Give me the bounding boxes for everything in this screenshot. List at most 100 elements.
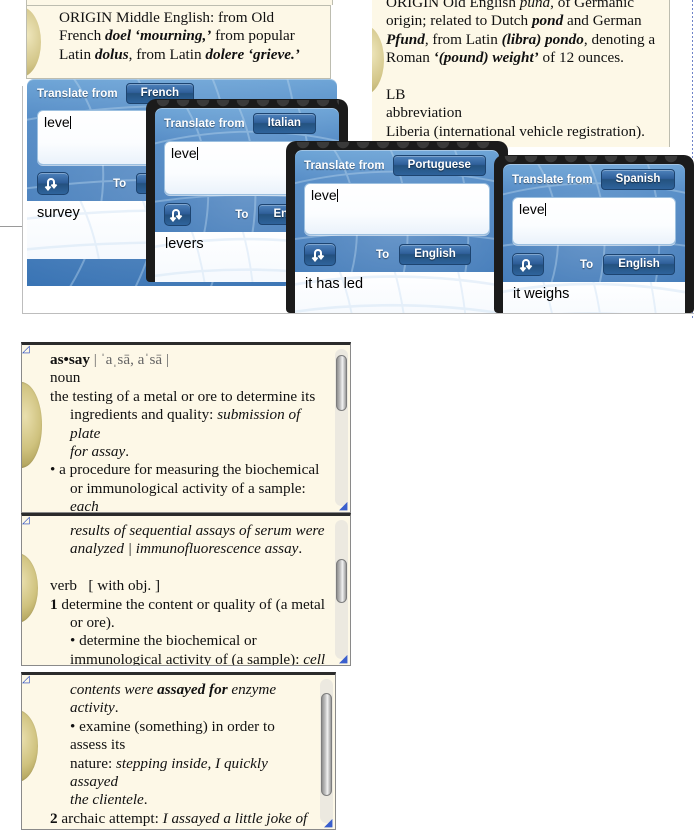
headword-lb: LB — [386, 86, 406, 104]
sense-line: ingredients and quality: submission of p… — [70, 406, 301, 442]
vertical-scrollbar[interactable] — [335, 520, 348, 659]
spacer-line — [386, 68, 659, 86]
spacer-line — [50, 559, 326, 577]
source-text-input-portuguese[interactable]: leve — [304, 183, 490, 235]
translate-from-row-portuguese: Translate from Portuguese — [295, 150, 499, 181]
resize-grip-bottom-right[interactable]: ◢ — [339, 654, 350, 665]
origin-line-pound: ORIGIN Old English pund, of Germanic ori… — [386, 0, 656, 67]
sense-line: 1 determine the content or quality of (a… — [50, 595, 325, 613]
assay-noun-pane[interactable]: ◿ as•say | ˈaˌsā, aˈsā | noun the testin… — [21, 342, 351, 513]
window-notch-strip — [155, 100, 339, 108]
target-language-select-portuguese[interactable]: English — [399, 244, 471, 265]
sense-line: immunological activity of (a sample): ce… — [70, 650, 326, 665]
translate-from-row-spanish: Translate from Spanish — [503, 164, 685, 195]
translate-to-row-portuguese: To English — [295, 240, 499, 269]
text-caret — [196, 147, 198, 160]
swap-arrows-glyph — [44, 177, 58, 191]
translate-from-row-italian: Translate from Italian — [155, 108, 339, 139]
assay-derivatives-text: contents were assayed for enzyme activit… — [22, 675, 335, 829]
source-text-value: leve — [311, 187, 337, 203]
result-bar-spanish: it weighs — [503, 282, 685, 313]
assay-verb-text: results of sequential assays of serum we… — [22, 516, 350, 665]
translate-from-label: Translate from — [304, 159, 385, 172]
sense-line: for assay. — [70, 443, 130, 461]
result-text-portuguese: it has led — [305, 276, 364, 292]
vertical-scrollbar[interactable] — [320, 679, 333, 823]
sense-line: or ore). — [70, 614, 115, 632]
to-label: To — [113, 177, 127, 190]
translate-widget-portuguese[interactable]: Translate from Portuguese leve To Englis… — [286, 141, 508, 313]
vertical-scrollbar[interactable] — [335, 349, 348, 506]
headword-row: as•say | ˈaˌsā, aˈsā | — [50, 351, 326, 369]
sense-line: contents were assayed for enzyme activit… — [70, 681, 277, 717]
sense-line: • determine the biochemical or — [70, 632, 257, 650]
translate-to-row-spanish: To English — [503, 250, 685, 279]
sense-liberia: Liberia (international vehicle registrat… — [386, 122, 645, 140]
scrollbar-thumb[interactable] — [321, 693, 332, 797]
swap-arrows-icon[interactable] — [164, 203, 192, 226]
assay-derivatives-pane[interactable]: ◿ contents were assayed for enzyme activ… — [21, 672, 336, 830]
swap-arrows-icon[interactable] — [304, 243, 336, 266]
translate-from-label: Translate from — [512, 173, 593, 186]
to-label: To — [376, 248, 390, 261]
sense-line: 2 archaic attempt: I assayed a little jo… — [50, 809, 308, 827]
text-caret — [69, 116, 71, 129]
swap-arrows-glyph — [169, 208, 182, 222]
sense-line: or immunological activity of a sample: e… — [70, 479, 306, 512]
swap-arrows-glyph — [311, 248, 325, 262]
screen-canvas: ORIGIN Middle English: from Old French d… — [0, 0, 696, 831]
sense-line: nature: stepping inside, I quickly assay… — [70, 754, 268, 791]
headword: as•say — [50, 351, 90, 368]
sense-line: results of sequential assays of serum we… — [70, 522, 325, 539]
scrollbar-thumb[interactable] — [336, 558, 347, 603]
sense-line: analyzed | immunofluorescence assay. — [70, 540, 303, 558]
pound-origin-pane: ORIGIN Old English pund, of Germanic ori… — [372, 0, 670, 147]
source-text-input-spanish[interactable]: leve — [512, 197, 676, 245]
source-text-value: leve — [44, 114, 70, 130]
panel-left-edge-upper — [0, 226, 22, 227]
sense-line: • examine (something) in order to assess… — [70, 717, 275, 754]
resize-grip-bottom-right[interactable]: ◢ — [324, 818, 335, 829]
text-caret — [336, 189, 338, 202]
assay-verb-pane[interactable]: ◿ results of sequential assays of serum … — [21, 513, 351, 666]
translate-widget-portuguese-body: Translate from Portuguese leve To Englis… — [295, 150, 499, 313]
sense-line: mine on him. — [50, 828, 315, 829]
translate-widget-spanish[interactable]: Translate from Spanish leve To English i… — [494, 155, 694, 313]
result-text-french: survey — [37, 205, 80, 221]
result-text-italian: levers — [165, 236, 204, 252]
to-label: To — [580, 258, 594, 271]
pound-origin-text: ORIGIN Old English pund, of Germanic ori… — [372, 0, 669, 147]
translate-widget-spanish-body: Translate from Spanish leve To English i… — [503, 164, 685, 313]
sense-line: • a procedure for measuring the biochemi… — [50, 461, 320, 479]
source-language-select-italian[interactable]: Italian — [252, 113, 316, 134]
sense-line: the testing of a metal or ore to determi… — [50, 387, 316, 405]
part-of-speech: noun — [50, 369, 81, 387]
dole-origin-text: ORIGIN Middle English: from Old French d… — [27, 6, 330, 78]
target-language-select-spanish[interactable]: English — [603, 254, 675, 275]
part-of-speech-verb: verb [ with obj. ] — [50, 577, 161, 595]
horizontal-divider — [22, 313, 694, 314]
swap-arrows-icon[interactable] — [512, 253, 544, 276]
resize-grip-bottom-right[interactable]: ◢ — [339, 501, 350, 512]
scrollbar-thumb[interactable] — [336, 355, 347, 411]
to-label: To — [235, 208, 249, 221]
source-text-value: leve — [171, 145, 197, 161]
pronunciation: | ˈaˌsā, aˈsā | — [93, 351, 169, 368]
source-language-select-portuguese[interactable]: Portuguese — [392, 155, 486, 176]
result-text-spanish: it weighs — [513, 286, 570, 302]
translate-from-label: Translate from — [164, 117, 245, 130]
swap-arrows-icon[interactable] — [37, 172, 69, 195]
panel-left-edge — [22, 86, 23, 314]
window-notch-strip — [295, 142, 499, 150]
source-language-select-spanish[interactable]: Spanish — [600, 169, 676, 190]
text-caret — [544, 203, 546, 216]
sense-line: the clientele. — [70, 791, 148, 809]
window-notch-strip — [503, 156, 685, 164]
result-bar-portuguese: it has led — [295, 272, 499, 313]
source-text-value: leve — [519, 201, 545, 217]
translate-from-label: Translate from — [37, 87, 118, 100]
pos-abbreviation: abbreviation — [386, 104, 462, 122]
swap-arrows-glyph — [519, 258, 533, 272]
origin-line: ORIGIN Middle English: from Old French d… — [59, 9, 300, 63]
assay-noun-text: as•say | ˈaˌsā, aˈsā | noun the testing … — [22, 345, 350, 512]
